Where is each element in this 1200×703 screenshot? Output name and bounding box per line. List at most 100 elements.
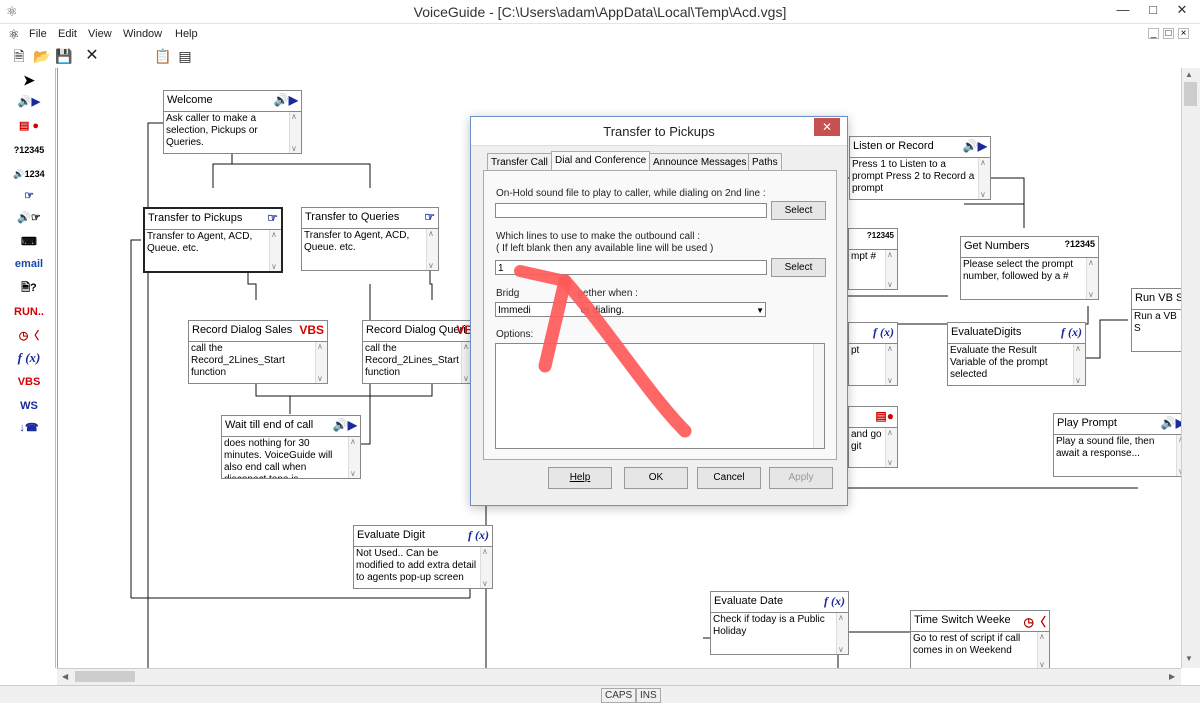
function-icon: f (x) [873,325,894,339]
node-title: Evaluate Date [714,595,784,607]
node-title: Run VB Sc [1135,292,1181,304]
node-title: Record Dialog Sales [192,324,293,336]
node-transfer-queries[interactable]: Transfer to Queries ☞ Transfer to Agent, … [301,207,439,271]
node-record-dialog-sales[interactable]: Record Dialog Sales VBS call the Record_2… [188,320,328,384]
play-transfer-tool-icon[interactable]: 🔊☞ [6,208,52,228]
pointer-tool-icon[interactable]: ➤ [6,70,52,90]
node-scrollbar[interactable] [269,230,281,271]
annotation-arrow [514,265,692,438]
node-title: Transfer to Pickups [148,212,243,224]
mdi-minimize-icon[interactable]: _ [1148,28,1159,39]
node-desc: call the Record_2Lines_Start function [365,343,459,378]
node-partial-2[interactable]: f (x) pt [848,322,898,386]
node-scrollbar[interactable] [1086,258,1098,299]
node-evaluate-date[interactable]: Evaluate Date f (x) Check if today is a P… [710,591,849,655]
node-scrollbar[interactable] [885,250,897,289]
clock-icon: ◷〈 [1023,615,1046,629]
node-scrollbar[interactable] [315,342,327,383]
node-listen-or-record[interactable]: Listen or Record 🔊▶ Press 1 to Listen to … [849,136,991,200]
view-icon[interactable]: ▤ [176,48,194,64]
doc-icon[interactable]: ⚛ [8,27,20,43]
ws-tool-icon[interactable]: WS [6,396,52,416]
time-switch-tool-icon[interactable]: ◷〈 [6,326,52,346]
email-tool-icon[interactable]: email [6,254,52,274]
node-scrollbar[interactable] [348,437,360,478]
menu-view[interactable]: View [88,28,112,40]
horizontal-scrollbar[interactable]: ◀ ▶ [57,668,1181,685]
hand-pointer-icon: ☞ [424,210,435,224]
node-scrollbar[interactable] [289,112,301,153]
close-icon[interactable]: ✕ [1168,0,1196,20]
node-scrollbar[interactable] [885,428,897,467]
scroll-down-icon[interactable]: ▼ [1185,654,1193,663]
scroll-thumb[interactable] [1184,82,1197,106]
node-transfer-pickups[interactable]: Transfer to Pickups ☞ Transfer to Agent, … [143,207,283,273]
hangup-tool-icon[interactable]: ↓☎ [6,418,52,438]
mdi-restore-icon[interactable]: □ [1163,28,1174,39]
hand-pointer-icon: ☞ [267,211,278,225]
scroll-left-icon[interactable]: ◀ [62,672,68,681]
node-partial-1[interactable]: ?12345 mpt # [848,228,898,290]
node-desc: Evaluate the Result Variable of the prom… [950,345,1048,380]
node-title: Listen or Record [853,140,934,152]
hscroll-thumb[interactable] [75,671,135,682]
menu-window[interactable]: Window [123,28,162,40]
transfer-tool-icon[interactable]: ☞ [6,186,52,206]
menu-bar: ⚛ File Edit View Window Help _ □ × [0,25,1200,45]
status-bar: CAPS INS [0,685,1200,703]
vertical-scrollbar[interactable]: ▲ ▼ [1181,68,1200,668]
node-record-dialog-queri[interactable]: Record Dialog Queri VBS call the Record_2… [362,320,481,384]
function-icon: f (x) [468,528,489,542]
new-file-icon[interactable]: 🗎 [10,48,28,64]
node-scrollbar[interactable] [885,344,897,385]
delete-icon[interactable]: ✕ [83,48,101,64]
node-desc: Transfer to Agent, ACD, Queue. etc. [304,230,410,253]
node-run-vb-script[interactable]: Run VB Sc Run a VB S [1131,288,1181,352]
node-title: Play Prompt [1057,417,1117,429]
node-desc: Ask caller to make a selection, Pickups … [166,113,258,148]
node-title: Record Dialog Queri [366,324,466,336]
record-tool-icon[interactable]: ▤ ● [6,116,52,136]
node-time-switch-weekend[interactable]: Time Switch Weeke ◷〈 Go to rest of script… [910,610,1050,668]
mdi-close-icon[interactable]: × [1178,28,1189,39]
node-scrollbar[interactable] [426,229,438,270]
node-title: Get Numbers [964,240,1030,252]
scroll-up-icon[interactable]: ▲ [1185,70,1193,79]
minimize-icon[interactable]: — [1110,0,1136,20]
node-title: EvaluateDigits [951,326,1022,338]
play-prompt-tool-icon[interactable]: 🔊▶ [6,92,52,112]
node-scrollbar[interactable] [1073,344,1085,385]
node-evaluate-digit[interactable]: Evaluate Digit f (x) Not Used.. Can be mo… [353,525,493,589]
vbs-tool-icon[interactable]: VBS [6,372,52,392]
node-scrollbar[interactable] [1037,632,1049,668]
node-evaluate-digits[interactable]: EvaluateDigits f (x) Evaluate the Result … [947,322,1086,386]
node-scrollbar[interactable] [836,613,848,654]
say-number-tool-icon[interactable]: 🔊1234 [6,164,52,184]
menu-file[interactable]: File [29,28,47,40]
node-scrollbar[interactable] [480,547,492,588]
function-icon: f (x) [824,594,845,608]
scroll-right-icon[interactable]: ▶ [1169,672,1175,681]
speaker-play-icon: 🔊▶ [1160,416,1181,430]
node-wait-end-of-call[interactable]: Wait till end of call 🔊▶ does nothing for… [221,415,361,479]
node-get-numbers[interactable]: Get Numbers ?12345 Please select the prom… [960,236,1099,300]
run-tool-icon[interactable]: RUN.. [6,302,52,322]
menu-edit[interactable]: Edit [58,28,77,40]
node-desc: pt [851,345,860,356]
node-play-prompt[interactable]: Play Prompt 🔊▶ Play a sound file, then aw… [1053,413,1181,477]
maximize-icon[interactable]: □ [1140,0,1166,20]
properties-icon[interactable]: 📋 [154,48,172,64]
node-partial-3[interactable]: ▤● and go git [848,406,898,468]
toolbar: 🗎 📂 💾 ✕ 📋 ▤ [0,45,1200,69]
keyboard-tool-icon[interactable]: ⌨ [6,232,52,252]
node-welcome[interactable]: Welcome 🔊▶ Ask caller to make a selection… [163,90,302,154]
query-tool-icon[interactable]: 🗎? [6,278,52,298]
node-scrollbar[interactable] [978,158,990,199]
evaluate-tool-icon[interactable]: f (x) [6,348,52,368]
get-numbers-tool-icon[interactable]: ?12345 [6,140,52,160]
menu-help[interactable]: Help [175,28,198,40]
save-icon[interactable]: 💾 [55,48,73,64]
question-digits-icon: ?12345 [866,231,894,240]
module-palette: ➤ 🔊▶ ▤ ● ?12345 🔊1234 ☞ 🔊☞ ⌨ email 🗎? RU… [0,68,56,668]
open-folder-icon[interactable]: 📂 [33,48,51,64]
